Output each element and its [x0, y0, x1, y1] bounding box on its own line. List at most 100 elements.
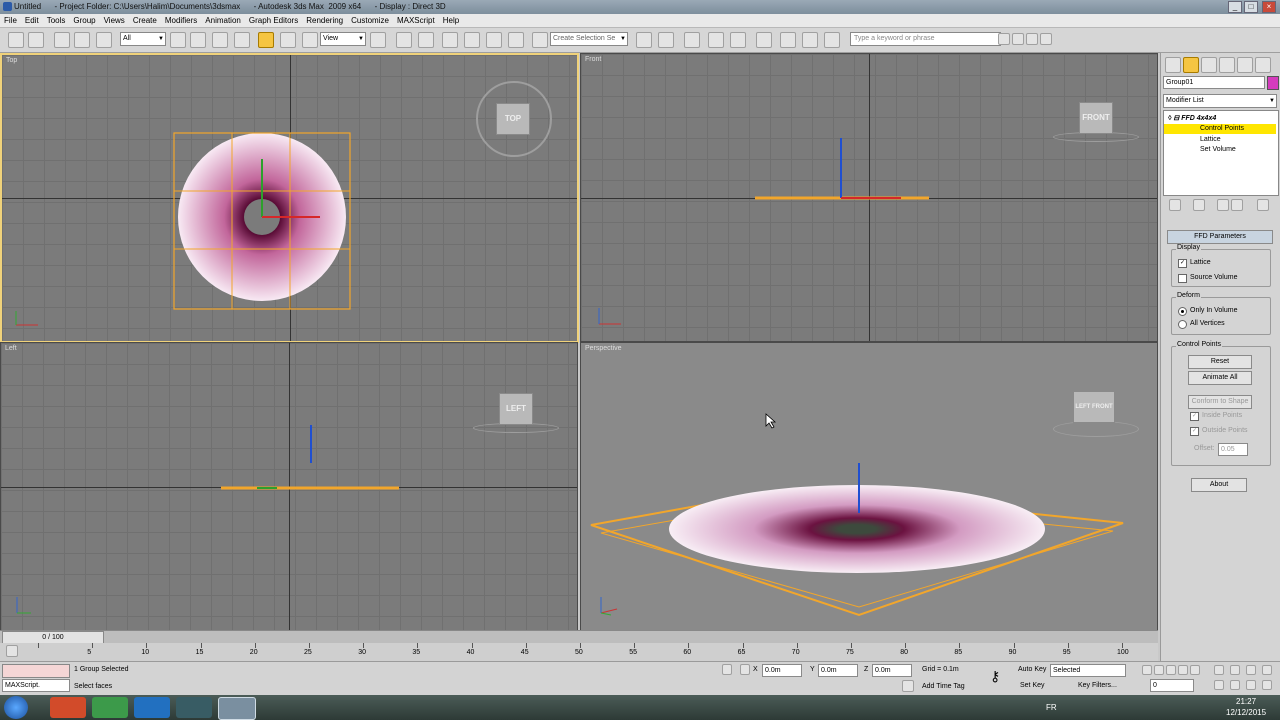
align-icon[interactable] — [658, 32, 674, 48]
offset-spinner[interactable]: 0.05 — [1218, 443, 1248, 456]
inside-points-checkbox[interactable]: ✓ — [1190, 412, 1199, 421]
stack-item[interactable]: Lattice — [1200, 136, 1221, 143]
pan-icon[interactable] — [1214, 680, 1224, 690]
menu-animation[interactable]: Animation — [201, 14, 245, 27]
select-by-name-icon[interactable] — [190, 32, 206, 48]
viewcube-perspective[interactable]: LEFT FRONT — [1073, 391, 1115, 423]
quick-render-icon[interactable] — [824, 32, 840, 48]
current-frame-field[interactable]: 0 — [1150, 679, 1194, 692]
menu-modifiers[interactable]: Modifiers — [161, 14, 201, 27]
y-coordinate-field[interactable]: 0.0m — [818, 664, 858, 677]
menu-views[interactable]: Views — [100, 14, 129, 27]
window-crossing-icon[interactable] — [234, 32, 250, 48]
object-color-swatch[interactable] — [1267, 76, 1279, 90]
menu-rendering[interactable]: Rendering — [302, 14, 347, 27]
flower-object-front[interactable] — [751, 124, 931, 214]
maximize-viewport-icon[interactable] — [1262, 680, 1272, 690]
only-in-volume-radio[interactable] — [1178, 307, 1187, 316]
material-editor-icon[interactable] — [780, 32, 796, 48]
edit-named-selection-icon[interactable] — [532, 32, 548, 48]
zoom-extents-all-icon[interactable] — [1262, 665, 1272, 675]
menu-graph-editors[interactable]: Graph Editors — [245, 14, 302, 27]
time-tag-icon[interactable] — [902, 680, 914, 692]
outside-points-checkbox[interactable]: ✓ — [1190, 427, 1199, 436]
start-button[interactable] — [4, 696, 28, 719]
make-unique-icon[interactable] — [1217, 199, 1229, 211]
app-taskbar-icon[interactable] — [176, 697, 212, 718]
show-end-result-icon[interactable] — [1193, 199, 1205, 211]
menu-file[interactable]: File — [0, 14, 21, 27]
object-name-field[interactable]: Group01 — [1163, 76, 1265, 89]
link-icon[interactable] — [54, 32, 70, 48]
maxscript-field[interactable]: MAXScript. — [2, 679, 70, 692]
bind-space-warp-icon[interactable] — [96, 32, 112, 48]
rect-selection-icon[interactable] — [212, 32, 228, 48]
favorites-icon[interactable] — [1026, 33, 1038, 45]
configure-sets-icon[interactable] — [1257, 199, 1269, 211]
lattice-checkbox[interactable]: ✓ — [1178, 259, 1187, 268]
pivot-center-icon[interactable] — [370, 32, 386, 48]
utilities-tab-icon[interactable] — [1255, 57, 1271, 73]
go-to-start-icon[interactable] — [1142, 665, 1152, 675]
z-coordinate-field[interactable]: 0.0m — [872, 664, 912, 677]
auto-key-button[interactable]: Auto Key — [1018, 666, 1046, 673]
schematic-view-icon[interactable] — [756, 32, 772, 48]
flower-object-perspective[interactable] — [581, 443, 1157, 630]
menu-tools[interactable]: Tools — [43, 14, 70, 27]
chrome-taskbar-icon[interactable] — [92, 697, 128, 718]
conform-to-shape-button[interactable]: Conform to Shape — [1188, 395, 1252, 409]
snap-toggle-icon[interactable] — [442, 32, 458, 48]
redo-icon[interactable] — [28, 32, 44, 48]
pin-stack-icon[interactable] — [1169, 199, 1181, 211]
viewport-top[interactable]: Top TOP — [0, 53, 579, 343]
close-button[interactable]: × — [1262, 1, 1276, 13]
spinner-snap-icon[interactable] — [508, 32, 524, 48]
3dsmax-taskbar-icon[interactable] — [218, 697, 256, 720]
remove-modifier-icon[interactable] — [1231, 199, 1243, 211]
display-tab-icon[interactable] — [1237, 57, 1253, 73]
hierarchy-tab-icon[interactable] — [1201, 57, 1217, 73]
maximize-button[interactable]: □ — [1244, 1, 1258, 13]
stack-item-selected[interactable]: Control Points — [1164, 124, 1276, 134]
firefox-taskbar-icon[interactable] — [50, 697, 86, 718]
stack-item[interactable]: ◊ ⊟ FFD 4x4x4 — [1168, 114, 1216, 122]
messenger-taskbar-icon[interactable] — [134, 697, 170, 718]
selection-filter-dropdown[interactable]: All ▼ — [120, 32, 166, 46]
communication-center-icon[interactable] — [1012, 33, 1024, 45]
angle-snap-icon[interactable] — [464, 32, 480, 48]
rollout-ffd-parameters[interactable]: FFD Parameters — [1167, 230, 1273, 244]
select-scale-icon[interactable] — [302, 32, 318, 48]
app-icon[interactable] — [3, 2, 12, 11]
flower-object[interactable] — [170, 129, 356, 313]
viewport-left[interactable]: Left LEFT — [0, 342, 578, 631]
next-frame-icon[interactable] — [1178, 665, 1188, 675]
modify-tab-icon[interactable] — [1183, 57, 1199, 73]
set-key-button[interactable]: Set Key — [1020, 682, 1045, 689]
reset-button[interactable]: Reset — [1188, 355, 1252, 369]
viewcube-ring[interactable] — [1053, 421, 1139, 437]
key-filters-button[interactable]: Key Filters... — [1078, 682, 1117, 689]
select-object-icon[interactable] — [170, 32, 186, 48]
source-volume-checkbox[interactable] — [1178, 274, 1187, 283]
maxscript-listener-mini[interactable] — [2, 664, 70, 678]
animate-all-button[interactable]: Animate All — [1188, 371, 1252, 385]
zoom-icon[interactable] — [1214, 665, 1224, 675]
reference-coordinate-dropdown[interactable]: View ▼ — [320, 32, 366, 46]
menu-customize[interactable]: Customize — [347, 14, 393, 27]
lock-selection-icon[interactable] — [722, 664, 732, 675]
viewcube-left[interactable]: LEFT — [499, 393, 533, 425]
unlink-icon[interactable] — [74, 32, 90, 48]
time-slider[interactable]: 0 / 100 — [0, 630, 1158, 644]
stack-item[interactable]: Set Volume — [1200, 146, 1236, 153]
menu-maxscript[interactable]: MAXScript — [393, 14, 439, 27]
curve-editor-icon[interactable] — [730, 32, 746, 48]
undo-icon[interactable] — [8, 32, 24, 48]
viewport-label[interactable]: Top — [6, 57, 17, 64]
set-key-icon[interactable]: ⚷ — [990, 668, 1012, 686]
field-of-view-icon[interactable] — [1246, 680, 1256, 690]
viewport-front[interactable]: Front FRONT — [580, 53, 1158, 342]
select-move-icon[interactable] — [258, 32, 274, 48]
previous-frame-icon[interactable] — [1154, 665, 1164, 675]
select-manipulate-icon[interactable] — [396, 32, 412, 48]
layer-manager-icon[interactable] — [684, 32, 700, 48]
